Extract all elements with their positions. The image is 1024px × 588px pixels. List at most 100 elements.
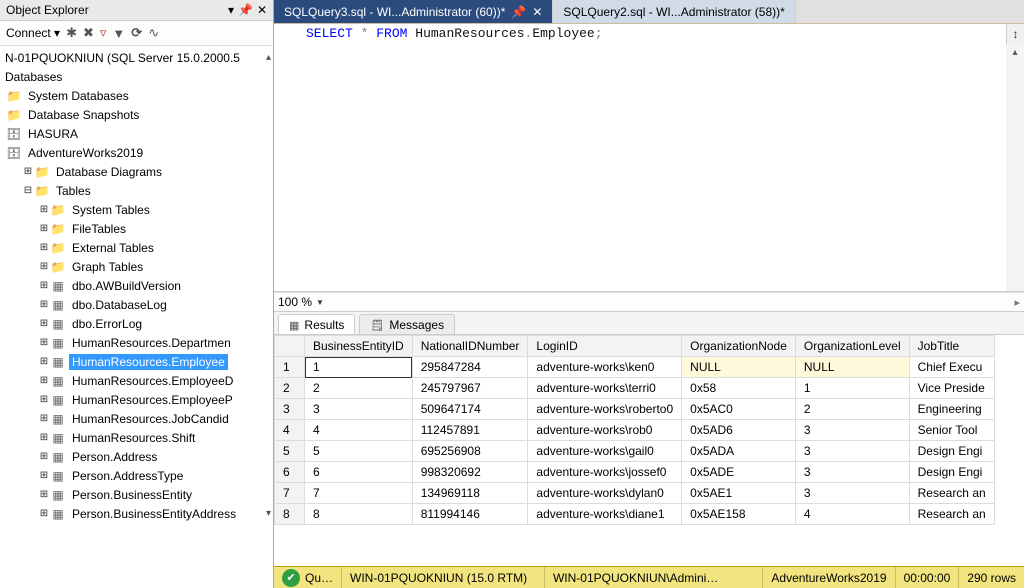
data-cell[interactable]: adventure-works\terri0: [528, 378, 682, 399]
table-row[interactable]: 88811994146adventure-works\diane10x5AE15…: [275, 504, 995, 525]
object-explorer-tree[interactable]: N-01PQUOKNIUN (SQL Server 15.0.2000.5▴ D…: [0, 46, 273, 588]
system-databases-node[interactable]: 📁System Databases: [2, 86, 271, 105]
table-row[interactable]: 66998320692adventure-works\jossef00x5ADE…: [275, 462, 995, 483]
db-hasura-node[interactable]: 🗄HASURA: [2, 124, 271, 143]
data-cell[interactable]: Vice Preside: [909, 378, 994, 399]
expand-icon[interactable]: ⊞: [38, 318, 50, 329]
data-cell[interactable]: 1: [795, 378, 909, 399]
data-cell[interactable]: 3: [305, 399, 413, 420]
data-cell[interactable]: 6: [305, 462, 413, 483]
table-businessentityaddress-node[interactable]: ⊞▦Person.BusinessEntityAddress▾: [2, 504, 271, 523]
tab-sqlquery2[interactable]: SQLQuery2.sql - WI...Administrator (58))…: [553, 0, 795, 23]
filetables-node[interactable]: ⊞📁FileTables: [2, 219, 271, 238]
table-row[interactable]: 11295847284adventure-works\ken0NULLNULLC…: [275, 357, 995, 378]
data-cell[interactable]: 998320692: [412, 462, 528, 483]
tables-node[interactable]: ⊟📁Tables: [2, 181, 271, 200]
close-icon[interactable]: ✕: [257, 3, 267, 17]
expand-icon[interactable]: ⊞: [38, 413, 50, 424]
external-tables-node[interactable]: ⊞📁External Tables: [2, 238, 271, 257]
filter2-icon[interactable]: ▼: [112, 26, 125, 41]
column-header[interactable]: LoginID: [528, 336, 682, 357]
data-cell[interactable]: adventure-works\ken0: [528, 357, 682, 378]
data-cell[interactable]: 4: [795, 504, 909, 525]
expand-icon[interactable]: ⊞: [22, 166, 34, 177]
editor-scrollbar[interactable]: ▴: [1006, 44, 1024, 291]
data-cell[interactable]: 3: [795, 483, 909, 504]
data-cell[interactable]: 7: [305, 483, 413, 504]
results-grid[interactable]: BusinessEntityIDNationalIDNumberLoginIDO…: [274, 335, 1024, 566]
data-cell[interactable]: 5: [305, 441, 413, 462]
expand-icon[interactable]: ⊞: [38, 299, 50, 310]
table-address-node[interactable]: ⊞▦Person.Address: [2, 447, 271, 466]
data-cell[interactable]: adventure-works\rob0: [528, 420, 682, 441]
sql-editor[interactable]: SELECT * FROM HumanResources.Employee; ↕…: [274, 24, 1024, 292]
table-employeep-node[interactable]: ⊞▦HumanResources.EmployeeP: [2, 390, 271, 409]
graph-tables-node[interactable]: ⊞📁Graph Tables: [2, 257, 271, 276]
data-cell[interactable]: Chief Execu: [909, 357, 994, 378]
expand-icon[interactable]: ⊞: [38, 451, 50, 462]
table-jobcandidate-node[interactable]: ⊞▦HumanResources.JobCandid: [2, 409, 271, 428]
row-number-cell[interactable]: 2: [275, 378, 305, 399]
data-cell[interactable]: 295847284: [412, 357, 528, 378]
expand-icon[interactable]: ⊞: [38, 337, 50, 348]
pin-icon[interactable]: 📌: [238, 3, 253, 17]
data-cell[interactable]: 695256908: [412, 441, 528, 462]
dropdown-icon[interactable]: ▾: [228, 3, 234, 17]
table-addresstype-node[interactable]: ⊞▦Person.AddressType: [2, 466, 271, 485]
row-number-cell[interactable]: 7: [275, 483, 305, 504]
data-cell[interactable]: adventure-works\jossef0: [528, 462, 682, 483]
data-cell[interactable]: 0x5AD6: [682, 420, 796, 441]
expand-icon[interactable]: ⊞: [38, 242, 50, 253]
data-cell[interactable]: 0x5ADE: [682, 462, 796, 483]
table-dblog-node[interactable]: ⊞▦dbo.DatabaseLog: [2, 295, 271, 314]
system-tables-node[interactable]: ⊞📁System Tables: [2, 200, 271, 219]
data-cell[interactable]: adventure-works\gail0: [528, 441, 682, 462]
table-businessentity-node[interactable]: ⊞▦Person.BusinessEntity: [2, 485, 271, 504]
refresh-icon[interactable]: ⟳: [131, 25, 142, 41]
data-cell[interactable]: 509647174: [412, 399, 528, 420]
table-row[interactable]: 44112457891adventure-works\rob00x5AD63Se…: [275, 420, 995, 441]
table-row[interactable]: 55695256908adventure-works\gail00x5ADA3D…: [275, 441, 995, 462]
chevron-down-icon[interactable]: ▼: [316, 298, 324, 307]
split-view-icon[interactable]: ↕: [1006, 24, 1024, 44]
data-cell[interactable]: 134969118: [412, 483, 528, 504]
expand-icon[interactable]: ⊞: [38, 394, 50, 405]
table-row[interactable]: 33509647174adventure-works\roberto00x5AC…: [275, 399, 995, 420]
expand-icon[interactable]: ⊞: [38, 280, 50, 291]
connect-dropdown[interactable]: Connect ▾: [6, 26, 60, 40]
data-cell[interactable]: Senior Tool: [909, 420, 994, 441]
data-cell[interactable]: 2: [795, 399, 909, 420]
data-cell[interactable]: 0x5AE158: [682, 504, 796, 525]
data-cell[interactable]: 0x5AE1: [682, 483, 796, 504]
table-errorlog-node[interactable]: ⊞▦dbo.ErrorLog: [2, 314, 271, 333]
data-cell[interactable]: adventure-works\roberto0: [528, 399, 682, 420]
row-number-cell[interactable]: 5: [275, 441, 305, 462]
table-employee-node[interactable]: ⊞▦HumanResources.Employee: [2, 352, 271, 371]
expand-icon[interactable]: ⊞: [38, 261, 50, 272]
data-cell[interactable]: 3: [795, 441, 909, 462]
collapse-icon[interactable]: ⊟: [22, 185, 34, 196]
database-snapshots-node[interactable]: 📁Database Snapshots: [2, 105, 271, 124]
column-header[interactable]: BusinessEntityID: [305, 336, 413, 357]
data-cell[interactable]: 245797967: [412, 378, 528, 399]
data-cell[interactable]: 0x5AC0: [682, 399, 796, 420]
data-cell[interactable]: Design Engi: [909, 462, 994, 483]
data-cell[interactable]: 3: [795, 420, 909, 441]
data-cell[interactable]: NULL: [795, 357, 909, 378]
table-row[interactable]: 77134969118adventure-works\dylan00x5AE13…: [275, 483, 995, 504]
row-number-cell[interactable]: 3: [275, 399, 305, 420]
column-header[interactable]: NationalIDNumber: [412, 336, 528, 357]
tab-results[interactable]: ▦Results: [278, 314, 355, 334]
mini-scroll-icon[interactable]: ▸: [1014, 296, 1020, 309]
expand-icon[interactable]: ⊞: [38, 432, 50, 443]
pin-icon[interactable]: 📌: [511, 5, 526, 19]
data-cell[interactable]: 2: [305, 378, 413, 399]
data-cell[interactable]: 1: [305, 357, 413, 378]
activity-icon[interactable]: ∿: [148, 25, 159, 41]
row-number-cell[interactable]: 8: [275, 504, 305, 525]
databases-node[interactable]: Databases: [2, 67, 271, 86]
column-header[interactable]: OrganizationLevel: [795, 336, 909, 357]
expand-icon[interactable]: ⊞: [38, 489, 50, 500]
column-header[interactable]: OrganizationNode: [682, 336, 796, 357]
disconnect-icon[interactable]: ✱: [66, 25, 77, 41]
